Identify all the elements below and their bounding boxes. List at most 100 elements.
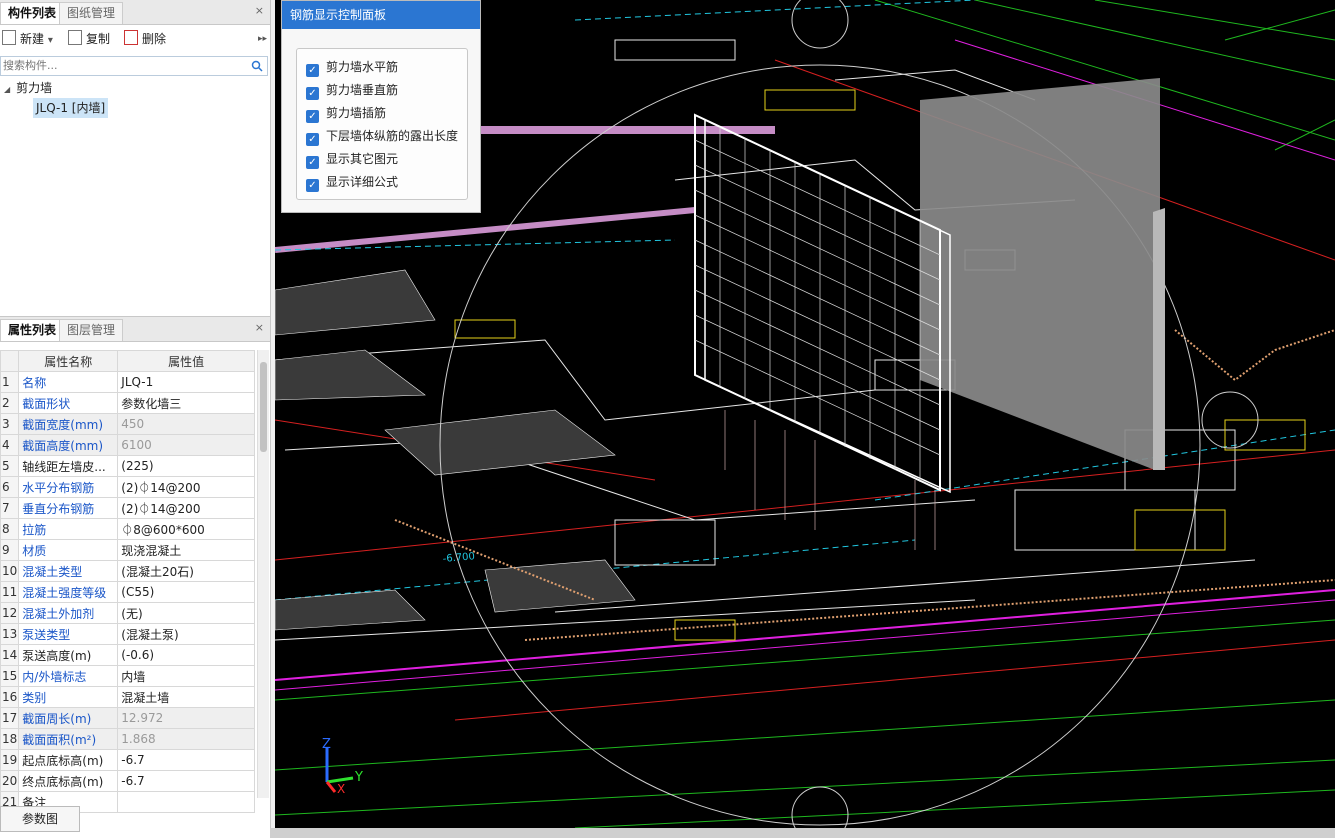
left-panel: 构件列表 图纸管理 × 新建 ▾ 复制 删除 ▸▸ ◢ 剪力墙 JLQ-1 [内墙… (0, 0, 271, 838)
option-lower-wall-exposure[interactable]: ✓ 下层墙体纵筋的露出长度 (306, 127, 458, 146)
yellow-elements (454, 89, 1306, 641)
option-label: 显示其它图元 (326, 152, 399, 166)
table-row[interactable]: 5 轴线距左墙皮... (225) (0, 455, 255, 477)
property-name: 混凝土强度等级 (18, 581, 119, 603)
property-name: 轴线距左墙皮... (18, 455, 119, 477)
property-value[interactable]: ⏀8@600*600 (117, 518, 255, 540)
search-box (0, 56, 268, 76)
property-value[interactable]: 12.972 (117, 707, 255, 729)
table-row[interactable]: 6 水平分布钢筋 (2)⏀14@200 (0, 476, 255, 498)
table-row[interactable]: 17 截面周长(m) 12.972 (0, 707, 255, 729)
option-show-detailed-formula[interactable]: ✓ 显示详细公式 (306, 173, 399, 192)
table-row[interactable]: 18 截面面积(m²) 1.868 (0, 728, 255, 750)
chevron-down-icon[interactable]: ▾ (48, 35, 53, 46)
table-row[interactable]: 20 终点底标高(m) -6.7 (0, 770, 255, 792)
property-value[interactable]: (-0.6) (117, 644, 255, 666)
checkbox-icon[interactable]: ✓ (306, 156, 319, 169)
option-vertical-rebar[interactable]: ✓ 剪力墙垂直筋 (306, 81, 398, 100)
property-name: 截面面积(m²) (18, 728, 119, 750)
property-scrollbar[interactable] (257, 350, 269, 798)
row-number: 7 (0, 497, 20, 519)
rotation-handle-bottom[interactable] (791, 786, 849, 828)
property-value[interactable]: 内墙 (117, 665, 255, 687)
table-row[interactable]: 4 截面高度(mm) 6100 (0, 434, 255, 456)
expand-icon[interactable]: ◢ (4, 85, 10, 94)
property-value[interactable]: 参数化墙三 (117, 392, 255, 414)
option-horizontal-rebar[interactable]: ✓ 剪力墙水平筋 (306, 58, 399, 77)
parameter-diagram-button[interactable]: 参数图 (0, 806, 80, 832)
property-value[interactable]: (混凝土泵) (117, 623, 255, 645)
tab-drawing-management[interactable]: 图纸管理 (59, 2, 124, 24)
table-row[interactable]: 12 混凝土外加剂 (无) (0, 602, 255, 624)
checkbox-icon[interactable]: ✓ (306, 64, 319, 77)
search-icon[interactable] (251, 60, 263, 72)
table-row[interactable]: 8 拉筋 ⏀8@600*600 (0, 518, 255, 540)
table-row[interactable]: 7 垂直分布钢筋 (2)⏀14@200 (0, 497, 255, 519)
property-value[interactable]: 1.868 (117, 728, 255, 750)
property-value[interactable] (117, 791, 255, 813)
tree-item-jlq1[interactable]: JLQ-1 [内墙] (0, 98, 268, 118)
column-header-value: 属性值 (117, 350, 255, 372)
search-input[interactable] (1, 57, 245, 73)
table-row[interactable]: 19 起点底标高(m) -6.7 (0, 749, 255, 771)
checkbox-icon[interactable]: ✓ (306, 87, 319, 100)
table-row[interactable]: 3 截面宽度(mm) 450 (0, 413, 255, 435)
rebar-cage[interactable] (694, 113, 951, 550)
close-icon[interactable]: × (255, 321, 264, 334)
checkbox-icon[interactable]: ✓ (306, 179, 319, 192)
row-number: 8 (0, 518, 20, 540)
table-row[interactable]: 13 泵送类型 (混凝土泵) (0, 623, 255, 645)
new-button[interactable]: 新建 ▾ (2, 30, 53, 48)
table-row[interactable]: 9 材质 现浇混凝土 (0, 539, 255, 561)
rebar-display-control-panel: 钢筋显示控制面板 ✓ 剪力墙水平筋 ✓ 剪力墙垂直筋 ✓ 剪力墙插筋 ✓ 下层墙体纵筋的… (281, 0, 481, 213)
property-value[interactable]: 6100 (117, 434, 255, 456)
table-row[interactable]: 10 混凝土类型 (混凝土20石) (0, 560, 255, 582)
checkbox-icon[interactable]: ✓ (306, 133, 319, 146)
concrete-wall[interactable] (920, 78, 1160, 470)
property-name: 材质 (18, 539, 119, 561)
row-number: 19 (0, 749, 20, 771)
property-value[interactable]: 450 (117, 413, 255, 435)
checkbox-icon[interactable]: ✓ (306, 110, 319, 123)
property-table: 属性名称 属性值 1 名称 JLQ-1 2 截面形状 参数化墙三 3 截面宽度(mm) 450 4… (0, 350, 255, 813)
tab-component-list[interactable]: 构件列表 (0, 2, 65, 24)
property-value[interactable]: 现浇混凝土 (117, 539, 255, 561)
property-value[interactable]: (无) (117, 602, 255, 624)
table-row[interactable]: 14 泵送高度(m) (-0.6) (0, 644, 255, 666)
property-value[interactable]: -6.7 (117, 770, 255, 792)
option-dowel-rebar[interactable]: ✓ 剪力墙插筋 (306, 104, 386, 123)
table-row[interactable]: 15 内/外墙标志 内墙 (0, 665, 255, 687)
tab-property-list[interactable]: 属性列表 (0, 319, 65, 341)
property-name: 截面宽度(mm) (18, 413, 119, 435)
property-name: 截面周长(m) (18, 707, 119, 729)
table-row[interactable]: 16 类别 混凝土墙 (0, 686, 255, 708)
delete-button[interactable]: 删除 (124, 30, 166, 48)
wall-edge (1153, 208, 1165, 470)
option-label: 显示详细公式 (326, 175, 399, 189)
property-name: 泵送类型 (18, 623, 119, 645)
property-value[interactable]: JLQ-1 (117, 371, 255, 393)
table-row[interactable]: 11 混凝土强度等级 (C55) (0, 581, 255, 603)
table-row[interactable]: 2 截面形状 参数化墙三 (0, 392, 255, 414)
property-value[interactable]: -6.7 (117, 749, 255, 771)
property-value[interactable]: (2)⏀14@200 (117, 497, 255, 519)
row-number: 3 (0, 413, 20, 435)
tree-category-shear-wall[interactable]: ◢ 剪力墙 (0, 78, 268, 98)
property-value[interactable]: 混凝土墙 (117, 686, 255, 708)
table-row[interactable]: 1 名称 JLQ-1 (0, 371, 255, 393)
property-value[interactable]: (2)⏀14@200 (117, 476, 255, 498)
scrollbar-thumb[interactable] (260, 362, 267, 452)
property-value[interactable]: (C55) (117, 581, 255, 603)
property-value[interactable]: (混凝土20石) (117, 560, 255, 582)
property-value[interactable]: (225) (117, 455, 255, 477)
option-show-other-elements[interactable]: ✓ 显示其它图元 (306, 150, 399, 169)
row-number: 9 (0, 539, 20, 561)
close-icon[interactable]: × (255, 4, 264, 17)
option-label: 剪力墙水平筋 (326, 60, 399, 74)
delete-label: 删除 (142, 32, 167, 46)
row-number: 17 (0, 707, 20, 729)
tab-layer-management[interactable]: 图层管理 (59, 319, 124, 341)
copy-button[interactable]: 复制 (68, 30, 110, 48)
axis-gizmo: Z Y X (322, 737, 363, 796)
more-icon[interactable]: ▸▸ (258, 30, 267, 48)
